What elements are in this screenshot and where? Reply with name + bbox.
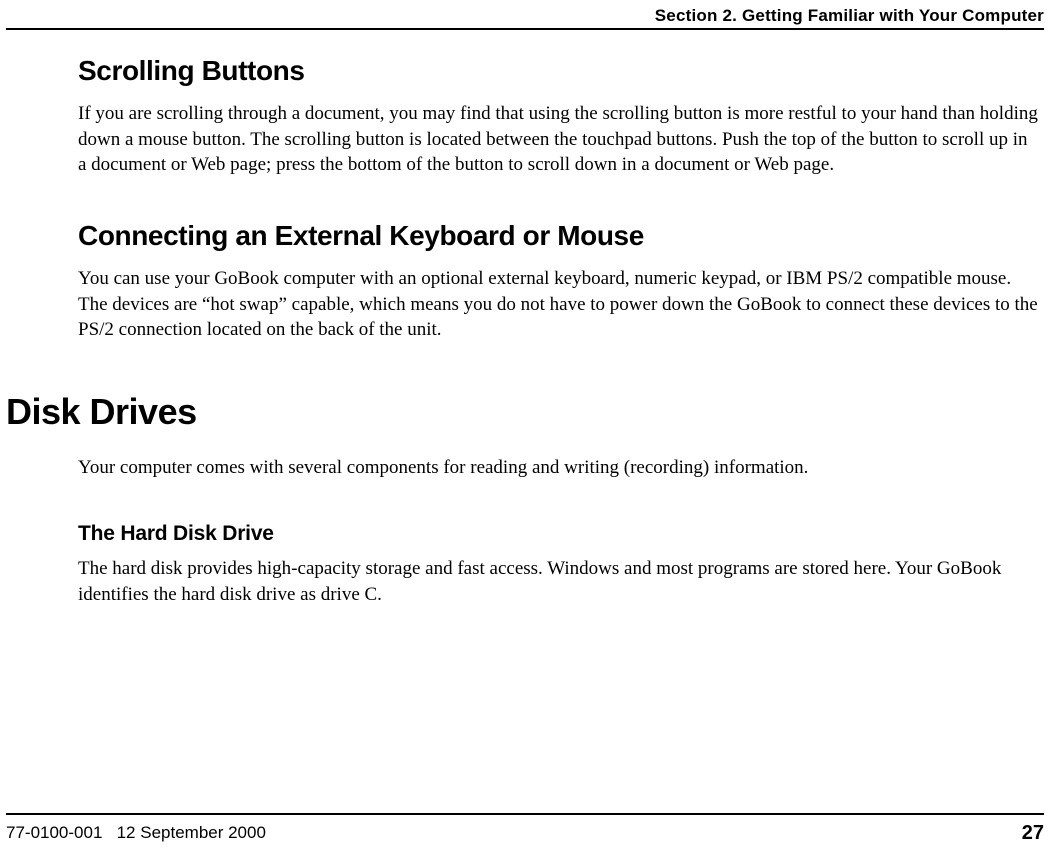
paragraph-disk-drives-intro: Your computer comes with several compone… — [78, 455, 1040, 481]
header-section-title: Section 2. Getting Familiar with Your Co… — [655, 6, 1044, 26]
paragraph-external-keyboard: You can use your GoBook computer with an… — [78, 266, 1040, 343]
heading-hard-disk-drive: The Hard Disk Drive — [78, 522, 1040, 546]
footer-divider — [6, 813, 1044, 815]
paragraph-scrolling-buttons: If you are scrolling through a document,… — [78, 101, 1040, 178]
heading-disk-drives: Disk Drives — [6, 391, 1040, 433]
heading-external-keyboard: Connecting an External Keyboard or Mouse — [78, 220, 1040, 252]
footer-doc-id: 77-0100-001 — [6, 823, 102, 842]
paragraph-hard-disk-drive: The hard disk provides high-capacity sto… — [78, 556, 1040, 607]
footer-page-number: 27 — [1022, 822, 1044, 845]
page-content: Scrolling Buttons If you are scrolling t… — [78, 45, 1040, 650]
footer-date: 12 September 2000 — [117, 823, 266, 842]
footer-doc-info: 77-0100-001 12 September 2000 — [6, 823, 266, 843]
header-divider — [6, 28, 1044, 30]
heading-scrolling-buttons: Scrolling Buttons — [78, 55, 1040, 87]
